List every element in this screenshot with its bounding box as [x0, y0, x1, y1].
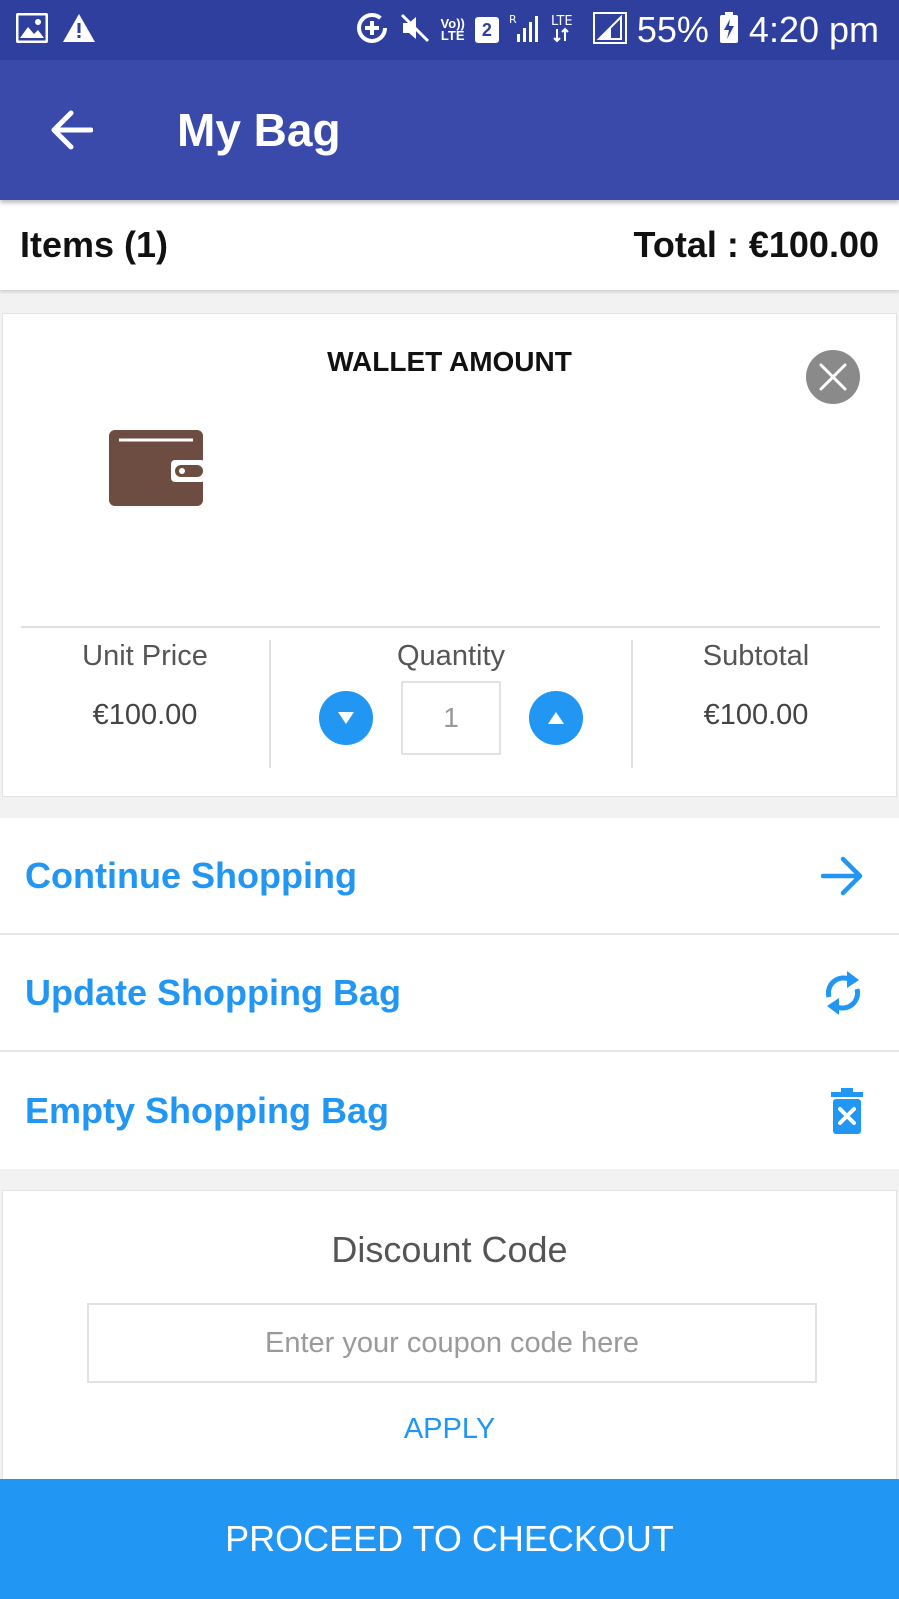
bag-total: Total : €100.00: [633, 224, 879, 265]
checkout-label: PROCEED TO CHECKOUT: [225, 1518, 674, 1559]
signal-r-icon: R: [509, 12, 539, 49]
unit-price-column: Unit Price €100.00: [21, 640, 269, 768]
battery-charging-icon: [719, 11, 739, 49]
discount-card: Discount Code APPLY: [2, 1190, 897, 1490]
discount-title: Discount Code: [331, 1229, 568, 1270]
unit-price-value: €100.00: [92, 699, 198, 731]
quantity-stepper: 1: [271, 681, 631, 755]
refresh-icon: [821, 967, 865, 1019]
gallery-icon: [15, 12, 49, 48]
page-title: My Bag: [177, 104, 341, 156]
app-toolbar: My Bag: [0, 60, 899, 200]
trash-icon: [829, 1087, 865, 1134]
sim-badge: 2: [474, 17, 499, 43]
back-button[interactable]: [35, 94, 107, 166]
bag-actions: Continue Shopping Update Shopping Bag Em…: [0, 818, 899, 1169]
product-card: WALLET AMOUNT Unit Price €100.00 Quantit…: [2, 313, 897, 797]
quantity-column: Quantity 1: [271, 640, 631, 768]
empty-shopping-bag-button[interactable]: Empty Shopping Bag: [0, 1052, 899, 1169]
coupon-field-container: [87, 1303, 817, 1383]
update-shopping-bag-label: Update Shopping Bag: [25, 971, 401, 1013]
apply-coupon-button[interactable]: APPLY: [3, 1413, 896, 1446]
data-saver-icon: [355, 11, 389, 50]
subtotal-label: Subtotal: [702, 640, 810, 672]
volte-indicator: Vo)) LTE: [440, 16, 465, 43]
svg-text:R: R: [509, 13, 517, 26]
triangle-up-icon: [548, 712, 564, 724]
svg-text:LTE: LTE: [551, 14, 573, 29]
triangle-down-icon: [338, 712, 354, 724]
clock: 4:20 pm: [748, 9, 879, 50]
wallet-icon: [109, 430, 205, 513]
subtotal-value: €100.00: [703, 699, 809, 731]
close-icon: [819, 363, 847, 391]
continue-shopping-button[interactable]: Continue Shopping: [0, 818, 899, 935]
arrow-right-icon: [821, 856, 865, 896]
lte-signal-icon: LTE: [549, 12, 583, 49]
arrow-left-icon: [51, 110, 93, 150]
unit-price-label: Unit Price: [82, 640, 208, 672]
coupon-code-input[interactable]: [89, 1305, 815, 1381]
items-count: Items (1): [20, 224, 169, 265]
battery-percentage: 55%: [636, 9, 709, 50]
continue-shopping-label: Continue Shopping: [25, 854, 357, 896]
increase-quantity-button[interactable]: [529, 691, 583, 745]
empty-shopping-bag-label: Empty Shopping Bag: [25, 1089, 389, 1131]
proceed-to-checkout-button[interactable]: PROCEED TO CHECKOUT: [0, 1479, 899, 1599]
product-name: WALLET AMOUNT: [327, 346, 572, 377]
status-bar: Vo)) LTE 2 R LTE 55% 4:20 pm: [0, 0, 899, 60]
divider: [21, 626, 880, 628]
remove-item-button[interactable]: [806, 350, 860, 404]
warning-icon: [62, 13, 96, 48]
decrease-quantity-button[interactable]: [319, 691, 373, 745]
mute-icon: [399, 12, 431, 49]
signal-icon: [592, 11, 627, 49]
quantity-label: Quantity: [397, 640, 505, 672]
bag-summary: Items (1) Total : €100.00: [0, 200, 899, 290]
quantity-field[interactable]: 1: [401, 681, 501, 755]
update-shopping-bag-button[interactable]: Update Shopping Bag: [0, 935, 899, 1052]
subtotal-column: Subtotal €100.00: [633, 640, 879, 768]
